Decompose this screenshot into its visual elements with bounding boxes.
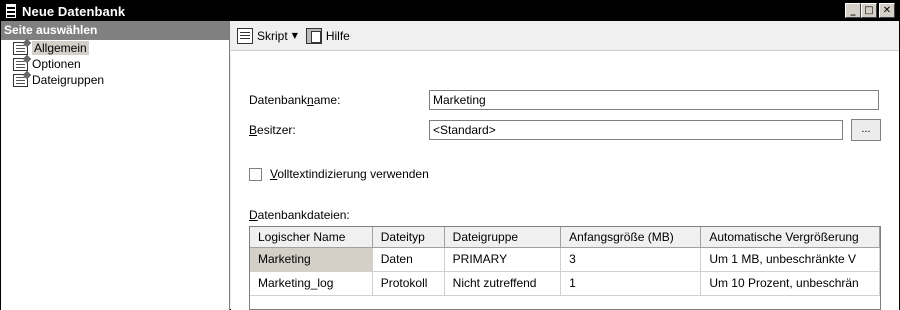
owner-row: Besitzer: <Standard> [249,120,843,140]
script-button[interactable]: Skript ▼ [237,27,298,44]
sidebar-item-optionen[interactable]: Optionen [1,56,229,72]
script-icon [237,27,253,44]
help-icon [305,27,322,44]
page-icon [13,41,28,55]
title-bar: Neue Datenbank _ □ ✕ [1,1,899,21]
cell-initial-size[interactable]: 1 [560,271,702,296]
table-row[interactable]: Marketing_log Protokoll Nicht zutreffend… [250,271,880,296]
fulltext-label: Volltextindizierung verwenden [270,167,429,181]
page-icon [13,57,28,71]
database-icon [6,4,16,18]
dialog-window: Neue Datenbank _ □ ✕ Seite auswählen All… [0,0,900,310]
main-panel: Skript ▼ Hilfe Datenbankname: Marketing … [231,21,899,310]
cell-filegroup[interactable]: PRIMARY [444,247,562,272]
dropdown-caret-icon: ▼ [291,31,298,40]
cell-logical-name[interactable]: Marketing_log [250,271,373,296]
table-row[interactable]: Marketing Daten PRIMARY 3 Um 1 MB, unbes… [250,247,880,272]
dbname-input[interactable]: Marketing [429,90,879,110]
cell-logical-name[interactable]: Marketing [250,247,373,272]
sidebar-item-dateigruppen[interactable]: Dateigruppen [1,72,229,88]
sidebar-item-label: Allgemein [32,41,89,55]
owner-input[interactable]: <Standard> [429,120,843,140]
owner-label: Besitzer: [249,123,296,137]
dbname-label: Datenbankname: [249,93,341,107]
database-files-grid[interactable]: Logischer Name Dateityp Dateigruppe Anfa… [249,226,881,310]
sidebar-item-allgemein[interactable]: Allgemein [1,40,229,56]
toolbar: Skript ▼ Hilfe [231,21,899,51]
window-title: Neue Datenbank [22,3,126,19]
dbname-row: Datenbankname: Marketing [249,90,879,110]
sidebar-item-label: Optionen [32,57,81,71]
column-header-initial-size[interactable]: Anfangsgröße (MB) [560,227,702,248]
minimize-button[interactable]: _ [845,3,861,18]
cell-file-type[interactable]: Protokoll [372,271,445,296]
column-header-filegroup[interactable]: Dateigruppe [444,227,562,248]
database-files-table: Logischer Name Dateityp Dateigruppe Anfa… [250,227,880,296]
help-label: Hilfe [325,28,350,43]
column-header-logical-name[interactable]: Logischer Name [250,227,373,248]
cell-autogrowth[interactable]: Um 10 Prozent, unbeschrän [700,271,880,296]
cell-filegroup[interactable]: Nicht zutreffend [444,271,562,296]
script-label: Skript [257,28,288,43]
window-controls: _ □ ✕ [845,3,895,18]
browse-owner-button[interactable]: ... [851,119,881,141]
cell-autogrowth[interactable]: Um 1 MB, unbeschränkte V [700,247,880,272]
column-header-autogrowth[interactable]: Automatische Vergrößerung [700,227,880,248]
help-button[interactable]: Hilfe [305,27,350,44]
database-files-label: Datenbankdateien: [249,208,350,222]
page-selector-pane: Seite auswählen Allgemein Optionen Datei… [1,21,230,310]
close-button[interactable]: ✕ [879,3,895,18]
page-icon [13,73,28,87]
column-header-file-type[interactable]: Dateityp [372,227,445,248]
fulltext-option[interactable]: Volltextindizierung verwenden [249,167,429,181]
cell-file-type[interactable]: Daten [372,247,445,272]
cell-initial-size[interactable]: 3 [560,247,702,272]
sidebar-item-label: Dateigruppen [32,73,105,87]
page-selector-header: Seite auswählen [1,21,229,40]
table-header-row: Logischer Name Dateityp Dateigruppe Anfa… [250,227,880,248]
fulltext-checkbox[interactable] [249,167,262,181]
maximize-button[interactable]: □ [861,3,877,18]
